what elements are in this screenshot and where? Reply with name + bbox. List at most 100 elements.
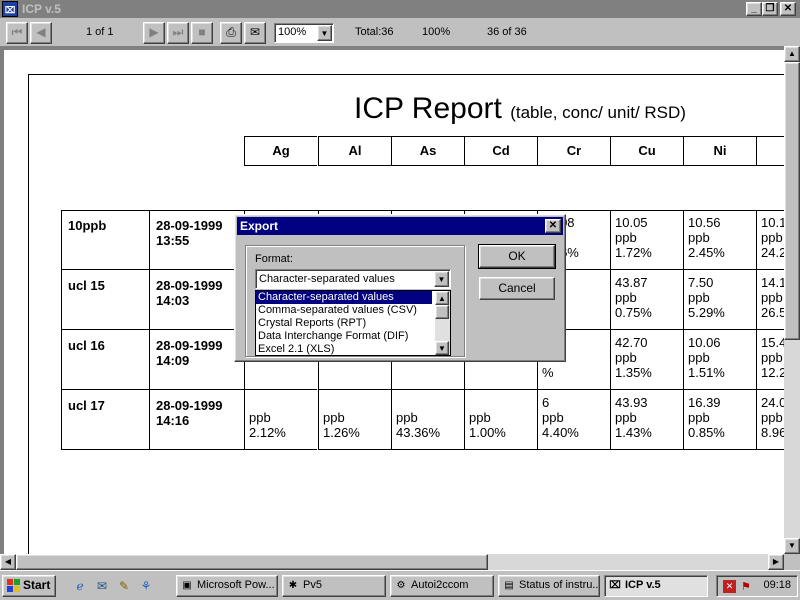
row-timestamp: 28-09-1999 13:55 [149,210,244,270]
taskbar-button-label: Pv5 [303,579,322,591]
format-options: Character-separated values Comma-separate… [256,291,450,355]
internet-explorer-icon[interactable]: ℯ [72,578,88,594]
cell-rsd: 4.40% [542,425,579,440]
data-cell: 10.1 ppb 24.2 [756,210,784,270]
scroll-down-icon[interactable]: ▼ [784,538,800,554]
export-icon[interactable]: ✉ [244,22,266,44]
data-cell: 43.93 ppb 1.43% [610,390,683,450]
row-label: ucl 16 [61,330,149,390]
row-time: 14:03 [156,293,190,308]
autoi-icon: ⚙ [396,580,406,591]
horizontal-scroll-thumb[interactable] [16,554,488,570]
clock: 09:18 [763,579,791,591]
close-icon[interactable]: ✕ [545,219,561,233]
cell-rsd: 1.26% [323,425,360,440]
minimize-button[interactable]: _ [746,2,762,16]
cell-value [249,395,313,410]
channels-icon[interactable]: ⚘ [138,578,154,594]
format-select-value: Character-separated values [259,273,395,285]
cell-unit: ppb [761,410,783,425]
vertical-scroll-thumb[interactable] [784,62,800,340]
format-option[interactable]: Data Interchange Format (DIF) [256,330,450,343]
format-select[interactable]: Character-separated values ▼ [255,269,451,289]
title-bar: ⌧ ICP v.5 _ ❐ ✕ [0,0,800,18]
row-label: 10ppb [61,210,149,270]
close-button[interactable]: ✕ [780,2,796,16]
format-option[interactable]: Excel 2.1 (XLS) [256,343,450,355]
row-time: 13:55 [156,233,190,248]
horizontal-scrollbar[interactable]: ◀ ▶ [0,554,784,570]
cell-rsd: 2.45% [688,245,725,260]
desktop-icon[interactable]: ✎ [116,578,132,594]
first-page-button[interactable]: ⏮ [6,22,28,44]
stop-button[interactable]: ■ [191,22,213,44]
zoom-value: 100% [278,26,307,38]
row-label: ucl 15 [61,270,149,330]
row-time: 14:16 [156,413,190,428]
cell-value: 10.05 [615,215,648,230]
row-date: 28-09-1999 [156,398,223,413]
cell-rsd [469,365,533,380]
taskbar-button[interactable]: ⚙ Autoi2ccom [390,575,494,597]
scroll-left-icon[interactable]: ◀ [0,554,16,570]
start-button[interactable]: Start [2,575,56,597]
cell-value: 24.0 [761,395,784,410]
prev-page-button[interactable]: ◀ [30,22,52,44]
cell-unit: ppb [396,410,418,425]
data-cell: 16.39 ppb 0.85% [683,390,756,450]
cell-rsd [323,365,387,380]
record-count: 36 of 36 [487,26,527,38]
row-timestamp: 28-09-1999 14:09 [149,330,244,390]
taskbar-button[interactable]: ▤ Status of instru... [498,575,600,597]
zoom-select[interactable]: 100% ▼ [274,23,334,43]
list-scroll-thumb[interactable] [435,305,449,319]
cancel-button[interactable]: Cancel [479,277,555,300]
column-header: Cu [610,136,683,166]
tray-volume-icon[interactable]: ⚑ [741,580,751,593]
cell-rsd: 1.35% [615,365,652,380]
ok-button[interactable]: OK [478,244,556,269]
cell-rsd: 5.29% [688,305,725,320]
taskbar-button[interactable]: ✱ Pv5 [282,575,386,597]
format-dropdown-list[interactable]: Character-separated values Comma-separate… [255,290,451,356]
cell-rsd: 8.96 [761,425,784,440]
last-page-button[interactable]: ⏭ [167,22,189,44]
cell-value: 43.93 [615,395,648,410]
taskbar-button-label: Status of instru... [519,579,600,591]
cell-rsd: 0.75% [615,305,652,320]
format-option[interactable]: Comma-separated values (CSV) [256,304,450,317]
data-cell: ppb 43.36% [391,390,464,450]
cell-value: 10.56 [688,215,721,230]
report-app-icon: ⌧ [609,580,621,591]
taskbar-button[interactable]: ⌧ ICP v.5 [604,575,708,597]
preview-toolbar: ⏮ ◀ 1 of 1 ▶ ⏭ ■ ⎙ ✉ 100% ▼ Total:36 100… [0,18,800,46]
scroll-up-icon[interactable]: ▲ [784,46,800,62]
column-header: Cd [464,136,537,166]
cell-rsd: 2.12% [249,425,286,440]
report-app-icon[interactable]: ⌧ [2,1,18,17]
format-option[interactable]: Character-separated values [256,291,432,304]
next-page-button[interactable]: ▶ [143,22,165,44]
taskbar-button[interactable]: ▣ Microsoft Pow... [176,575,278,597]
cell-rsd: 43.36% [396,425,441,440]
list-scroll-up-icon[interactable]: ▲ [435,291,449,305]
export-dialog: Export ✕ Format: Character-separated val… [234,214,566,362]
list-scroll-down-icon[interactable]: ▼ [435,341,449,355]
report-title-text: ICP Report [354,92,502,125]
scroll-right-icon[interactable]: ▶ [768,554,784,570]
format-option[interactable]: Crystal Reports (RPT) [256,317,450,330]
restore-button[interactable]: ❐ [762,2,778,16]
data-cell: 24.0 ppb 8.96 [756,390,784,450]
chevron-down-icon[interactable]: ▼ [317,25,332,41]
column-header: As [391,136,464,166]
chevron-down-icon[interactable]: ▼ [434,271,449,287]
vertical-scrollbar[interactable]: ▲ ▼ [784,46,800,554]
column-header: Cr [537,136,610,166]
outlook-icon[interactable]: ✉ [94,578,110,594]
data-cell: ppb 1.00% [464,390,537,450]
list-scrollbar[interactable]: ▲ ▼ [435,291,450,355]
cell-value: 10.1 [761,215,784,230]
tray-app-icon[interactable]: ✕ [723,580,736,593]
window-title: ICP v.5 [22,2,61,16]
print-icon[interactable]: ⎙ [220,22,242,44]
